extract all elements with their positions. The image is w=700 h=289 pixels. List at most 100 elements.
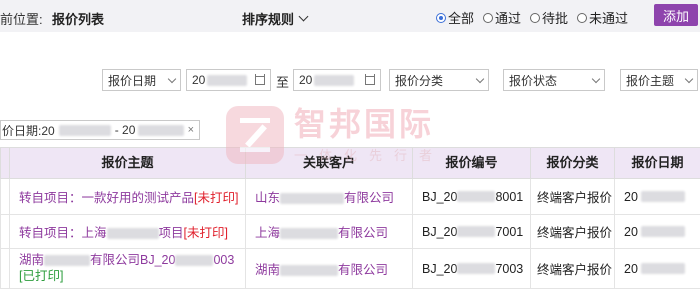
- quote-number-start: BJ_20: [422, 189, 458, 204]
- quote-date: 20: [624, 224, 638, 239]
- column-header-number[interactable]: 报价编号: [412, 148, 530, 178]
- customer-link[interactable]: 山东 有限公司: [255, 187, 394, 206]
- print-status-tag: [未打印]: [183, 226, 228, 240]
- redacted-text: [106, 228, 159, 240]
- status-select-value: 报价状态: [509, 73, 558, 88]
- date-type-value: 报价日期: [108, 73, 157, 88]
- subject-link[interactable]: 转自项目：一款好用的测试产品: [19, 187, 194, 206]
- subject-text-start: 湖南: [19, 253, 45, 267]
- chevron-down-icon: [475, 74, 485, 83]
- customer-name-end: 有限公司: [344, 191, 395, 205]
- subject-text-end: 项目: [158, 226, 184, 240]
- chevron-down-icon: [167, 74, 177, 83]
- breadcrumb-label: 前位置:: [0, 12, 43, 27]
- date-from-input[interactable]: 20: [186, 69, 271, 91]
- row-select-cell: [0, 215, 9, 248]
- subject-link[interactable]: 湖南 有限公司BJ_20 003: [19, 253, 234, 267]
- watermark-name: 智邦国际: [294, 106, 435, 142]
- table-header: 报价主题 关联客户 报价编号 报价分类 报价日期: [0, 147, 700, 179]
- print-status-tag: [已打印]: [19, 269, 64, 283]
- customer-cell: 山东 有限公司: [245, 179, 412, 214]
- quote-number-end: 8001: [495, 189, 524, 204]
- customer-link[interactable]: 湖南 有限公司: [255, 259, 388, 278]
- column-header-date[interactable]: 报价日期: [614, 148, 700, 178]
- add-button[interactable]: 添加: [654, 4, 698, 26]
- customer-name-start: 山东: [255, 191, 281, 205]
- subject-link[interactable]: 转自项目：上海 项目: [19, 222, 184, 241]
- column-header-subject[interactable]: 报价主题: [9, 148, 245, 178]
- quote-date: 20: [624, 261, 638, 276]
- category-cell: 终端客户报价: [530, 215, 614, 248]
- print-status-tag: [未打印]: [194, 191, 239, 205]
- category-select[interactable]: 报价分类: [389, 69, 489, 91]
- number-cell: BJ_20 8001: [412, 179, 530, 214]
- date-cell: 20: [614, 179, 700, 214]
- customer-name-start: 上海: [255, 226, 281, 240]
- filter-radio-approved[interactable]: 通过: [483, 8, 521, 27]
- sort-rules-dropdown[interactable]: 排序规则: [242, 9, 309, 28]
- date-type-select[interactable]: 报价日期: [102, 69, 181, 91]
- chevron-down-icon: [684, 74, 694, 83]
- chip-date-to: - 20: [114, 123, 136, 137]
- quote-number-start: BJ_20: [422, 261, 458, 276]
- redacted-text: [457, 226, 496, 237]
- calendar-icon: [365, 73, 375, 85]
- redacted-text: [44, 255, 91, 267]
- filter-radio-all-label: 全部: [448, 11, 475, 26]
- category-cell: 终端客户报价: [530, 179, 614, 214]
- filter-radio-approved-label: 通过: [495, 11, 522, 26]
- active-date-filter-chip: 价日期:20 - 20 ×: [0, 120, 200, 140]
- status-select[interactable]: 报价状态: [503, 69, 605, 91]
- redacted-text: [640, 226, 685, 237]
- category-cell: 终端客户报价: [530, 249, 614, 288]
- column-header-category[interactable]: 报价分类: [530, 148, 614, 178]
- quote-number-end: 7003: [495, 261, 524, 276]
- filter-radio-pending-label: 待批: [542, 11, 569, 26]
- chip-date-from: 价日期:20: [2, 123, 55, 138]
- subject-text-end: 003: [213, 253, 235, 267]
- redacted-text: [640, 191, 685, 202]
- row-select-cell: [0, 249, 9, 288]
- subject-cell: 转自项目：上海 项目 [未打印]: [9, 215, 245, 248]
- filter-radio-all[interactable]: 全部: [436, 8, 474, 27]
- redacted-text: [207, 74, 248, 86]
- chevron-down-icon: [298, 11, 309, 22]
- table-row: 转自项目：上海 项目 [未打印] 上海 有限公司 BJ_20 7001 终端客户报价 …: [0, 215, 700, 249]
- column-header-customer[interactable]: 关联客户: [245, 148, 412, 178]
- number-cell: BJ_20 7003: [412, 249, 530, 288]
- close-icon[interactable]: ×: [188, 124, 194, 136]
- customer-name-start: 湖南: [255, 263, 281, 277]
- redacted-text: [138, 124, 185, 136]
- column-header-checkbox: [0, 148, 9, 178]
- filter-radio-rejected[interactable]: 未通过: [577, 8, 628, 27]
- radio-icon: [483, 12, 494, 23]
- number-cell: BJ_20 7001: [412, 215, 530, 248]
- customer-link[interactable]: 上海 有限公司: [255, 222, 388, 241]
- quote-date: 20: [624, 189, 638, 204]
- radio-icon: [577, 12, 588, 23]
- customer-name-end: 有限公司: [338, 226, 389, 240]
- redacted-text: [457, 263, 496, 274]
- quote-number-end: 7001: [495, 224, 524, 239]
- redacted-text: [640, 263, 685, 274]
- subject-cell: 转自项目：一款好用的测试产品 [未打印]: [9, 179, 245, 214]
- subject-select[interactable]: 报价主题: [620, 69, 698, 91]
- table-row: 湖南 有限公司BJ_20 003 [已打印] 湖南 有限公司 BJ_20 7003 终端…: [0, 249, 700, 289]
- redacted-text: [280, 193, 345, 205]
- quote-number-start: BJ_20: [422, 224, 458, 239]
- redacted-text: [280, 228, 339, 240]
- customer-name-end: 有限公司: [338, 263, 389, 277]
- subject-text-middle: 有限公司BJ_20: [90, 253, 176, 267]
- subject-select-value: 报价主题: [626, 73, 675, 88]
- redacted-text: [280, 265, 339, 277]
- date-to-input[interactable]: 20: [293, 69, 381, 91]
- filter-radio-rejected-label: 未通过: [589, 11, 629, 26]
- customer-cell: 上海 有限公司: [245, 215, 412, 248]
- subject-text-start: 转自项目：上海: [19, 226, 107, 240]
- date-range-separator: 至: [276, 75, 290, 90]
- redacted-text: [314, 74, 355, 86]
- chevron-down-icon: [591, 74, 601, 83]
- filter-radio-pending[interactable]: 待批: [530, 8, 568, 27]
- redacted-text: [175, 255, 214, 267]
- redacted-text: [457, 191, 496, 202]
